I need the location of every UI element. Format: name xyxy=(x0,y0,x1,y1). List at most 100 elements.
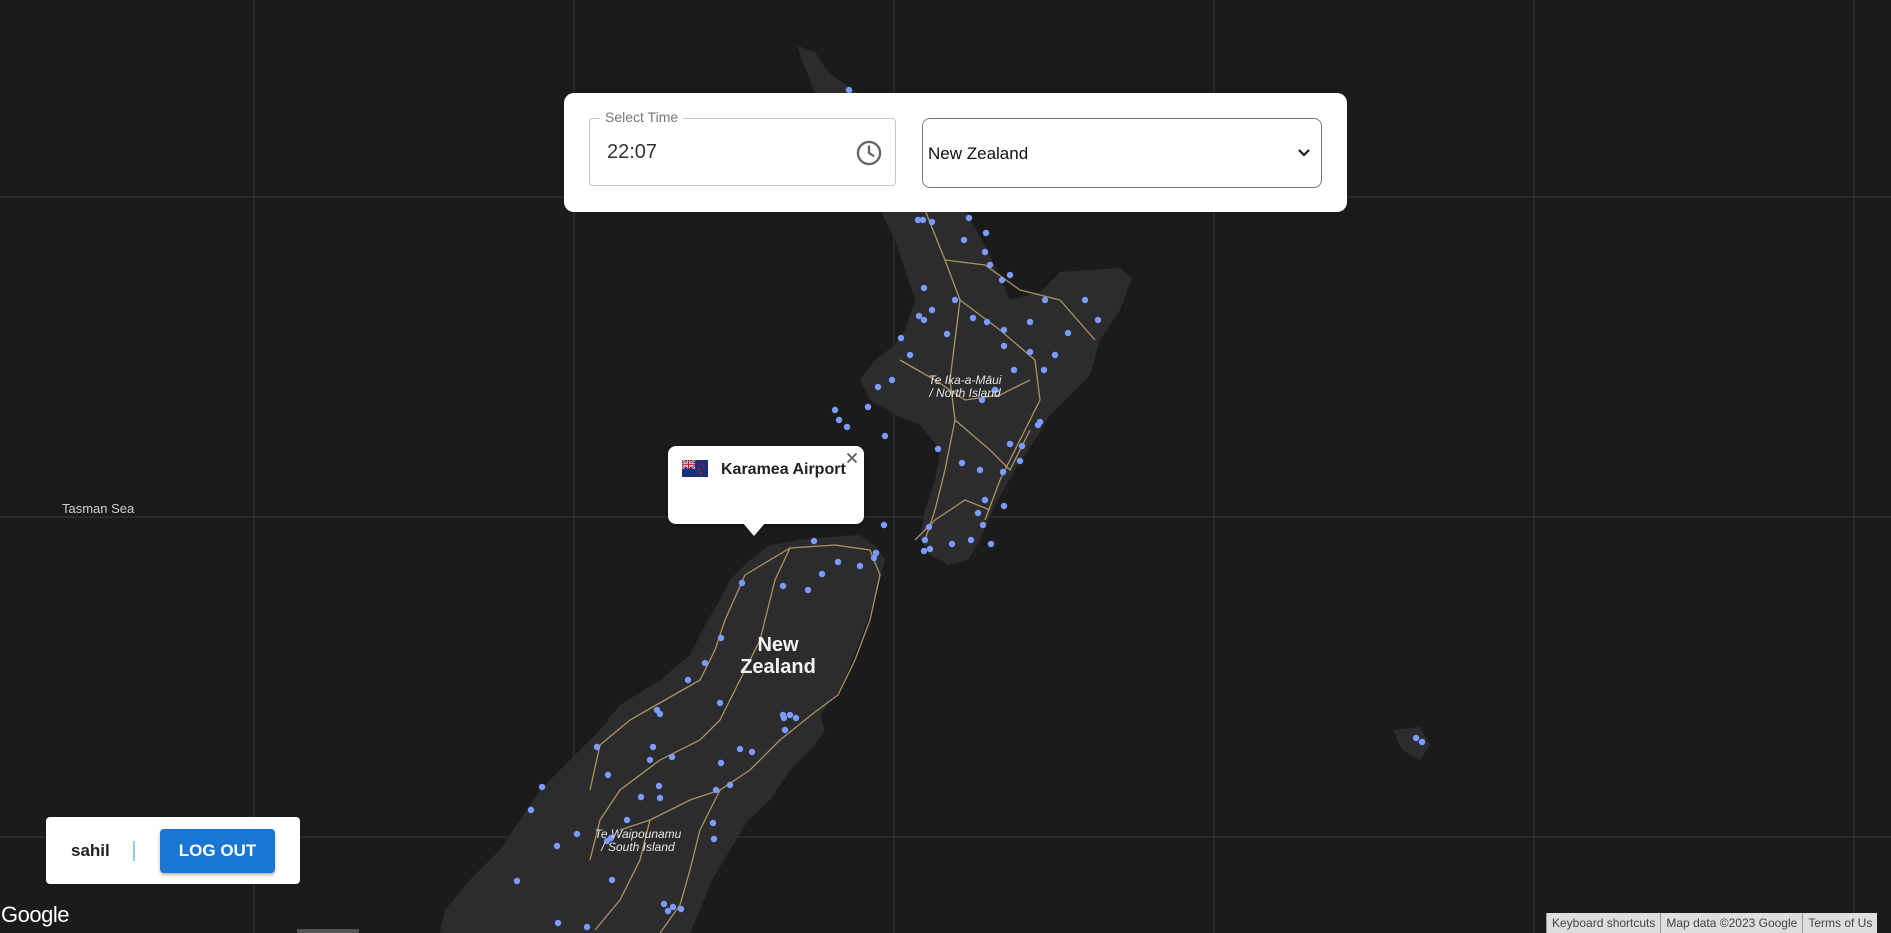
airport-marker[interactable] xyxy=(915,312,923,320)
airport-marker[interactable] xyxy=(1018,442,1026,450)
airport-marker[interactable] xyxy=(701,659,709,667)
airport-marker[interactable] xyxy=(1026,318,1034,326)
airport-marker[interactable] xyxy=(982,229,990,237)
airport-marker[interactable] xyxy=(919,216,927,224)
airport-marker[interactable] xyxy=(608,876,616,884)
airport-marker[interactable] xyxy=(1000,342,1008,350)
airport-marker[interactable] xyxy=(976,466,984,474)
airport-marker[interactable] xyxy=(781,726,789,734)
airport-marker[interactable] xyxy=(1010,366,1018,374)
airport-marker[interactable] xyxy=(668,753,676,761)
airport-marker[interactable] xyxy=(1412,734,1420,742)
airport-marker[interactable] xyxy=(843,423,851,431)
airport-marker[interactable] xyxy=(684,676,692,684)
airport-marker[interactable] xyxy=(967,536,975,544)
airport-marker[interactable] xyxy=(1006,271,1014,279)
terms-link[interactable]: Terms of Us xyxy=(1802,913,1878,933)
airport-marker[interactable] xyxy=(554,919,562,927)
airport-marker[interactable] xyxy=(736,745,744,753)
airport-marker[interactable] xyxy=(998,276,1006,284)
airport-marker[interactable] xyxy=(748,748,756,756)
keyboard-shortcuts-link[interactable]: Keyboard shortcuts xyxy=(1546,913,1661,933)
airport-marker[interactable] xyxy=(712,786,720,794)
airport-marker[interactable] xyxy=(987,540,995,548)
airport-marker[interactable] xyxy=(649,743,657,751)
airport-marker[interactable] xyxy=(1016,457,1024,465)
airport-marker[interactable] xyxy=(921,536,929,544)
airport-marker[interactable] xyxy=(880,521,888,529)
airport-marker[interactable] xyxy=(920,316,928,324)
airport-marker[interactable] xyxy=(669,903,677,911)
time-picker-field[interactable]: Select Time 22:07 xyxy=(589,109,896,186)
airport-marker[interactable] xyxy=(897,334,905,342)
airport-marker[interactable] xyxy=(656,794,664,802)
airport-marker[interactable] xyxy=(677,905,685,913)
airport-marker[interactable] xyxy=(664,907,672,915)
airport-marker[interactable] xyxy=(981,248,989,256)
airport-marker[interactable] xyxy=(1000,502,1008,510)
airport-marker[interactable] xyxy=(660,900,668,908)
airport-marker[interactable] xyxy=(925,523,933,531)
airport-marker[interactable] xyxy=(951,296,959,304)
airport-marker[interactable] xyxy=(974,509,982,517)
airport-marker[interactable] xyxy=(864,403,872,411)
airport-marker[interactable] xyxy=(623,816,631,824)
airport-marker[interactable] xyxy=(738,579,746,587)
airport-marker[interactable] xyxy=(948,540,956,548)
airport-marker[interactable] xyxy=(1006,440,1014,448)
airport-marker[interactable] xyxy=(926,545,934,553)
airport-marker[interactable] xyxy=(934,445,942,453)
close-icon[interactable] xyxy=(844,450,860,466)
airport-marker[interactable] xyxy=(538,783,546,791)
airport-marker[interactable] xyxy=(1000,326,1008,334)
airport-marker[interactable] xyxy=(943,330,951,338)
airport-marker[interactable] xyxy=(513,877,521,885)
airport-marker[interactable] xyxy=(779,582,787,590)
airport-marker[interactable] xyxy=(928,218,936,226)
airport-marker[interactable] xyxy=(583,923,591,931)
airport-marker[interactable] xyxy=(906,351,914,359)
airport-marker[interactable] xyxy=(834,558,842,566)
airport-marker[interactable] xyxy=(593,743,601,751)
clock-icon[interactable] xyxy=(855,139,883,167)
airport-marker[interactable] xyxy=(1081,296,1089,304)
airport-marker[interactable] xyxy=(1064,329,1072,337)
logout-button[interactable]: LOG OUT xyxy=(160,829,275,873)
airport-marker[interactable] xyxy=(710,835,718,843)
airport-marker[interactable] xyxy=(709,819,717,827)
airport-marker[interactable] xyxy=(553,842,561,850)
airport-marker[interactable] xyxy=(1026,348,1034,356)
airport-marker[interactable] xyxy=(831,406,839,414)
airport-marker[interactable] xyxy=(1041,296,1049,304)
airport-marker[interactable] xyxy=(960,236,968,244)
airport-marker[interactable] xyxy=(872,549,880,557)
airport-marker[interactable] xyxy=(604,771,612,779)
airport-marker[interactable] xyxy=(656,710,664,718)
airport-marker[interactable] xyxy=(920,547,928,555)
country-select[interactable]: New Zealand xyxy=(922,118,1322,188)
airport-marker[interactable] xyxy=(999,468,1007,476)
airport-marker[interactable] xyxy=(958,459,966,467)
time-value[interactable]: 22:07 xyxy=(607,141,657,164)
airport-marker[interactable] xyxy=(1418,738,1426,746)
airport-marker[interactable] xyxy=(1036,418,1044,426)
airport-marker[interactable] xyxy=(779,711,787,719)
airport-marker[interactable] xyxy=(726,781,734,789)
airport-marker[interactable] xyxy=(965,214,973,222)
airport-marker[interactable] xyxy=(888,376,896,384)
airport-marker[interactable] xyxy=(1040,366,1048,374)
airport-marker[interactable] xyxy=(818,570,826,578)
airport-marker[interactable] xyxy=(979,521,987,529)
airport-marker[interactable] xyxy=(717,759,725,767)
airport-marker[interactable] xyxy=(981,496,989,504)
airport-marker[interactable] xyxy=(835,416,843,424)
airport-marker[interactable] xyxy=(986,261,994,269)
airport-marker[interactable] xyxy=(786,711,794,719)
airport-marker[interactable] xyxy=(655,782,663,790)
airport-marker[interactable] xyxy=(637,793,645,801)
airport-marker[interactable] xyxy=(716,699,724,707)
airport-marker[interactable] xyxy=(804,586,812,594)
airport-marker[interactable] xyxy=(983,318,991,326)
airport-marker[interactable] xyxy=(810,537,818,545)
airport-marker[interactable] xyxy=(881,432,889,440)
